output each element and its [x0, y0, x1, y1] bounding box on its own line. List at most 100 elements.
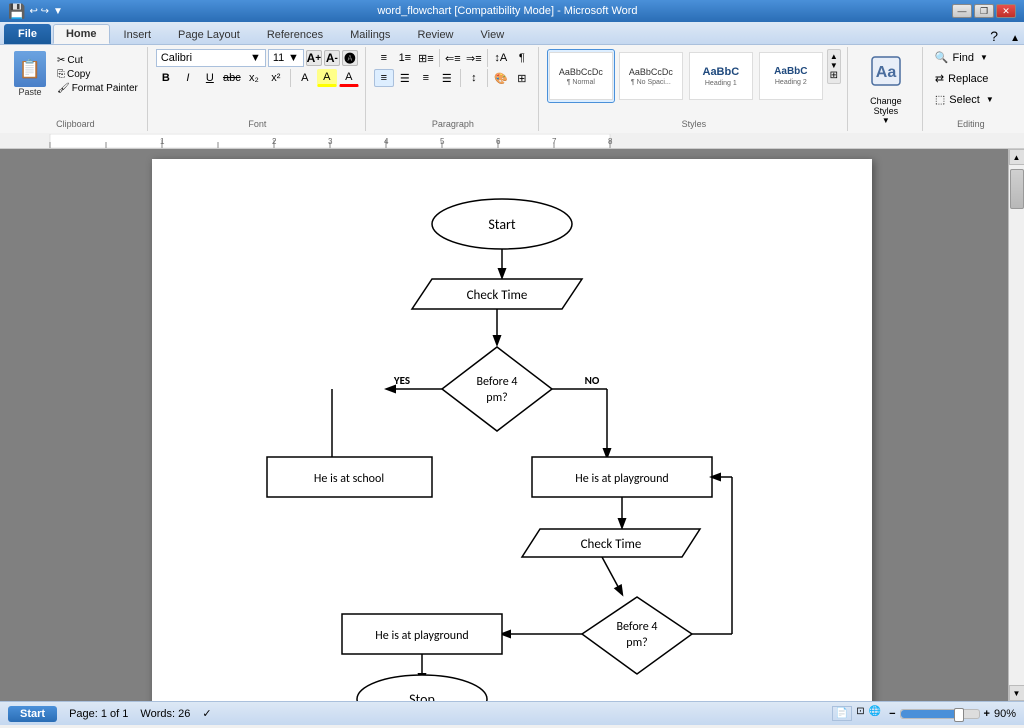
font-name-selector[interactable]: Calibri ▼: [156, 49, 266, 67]
style-heading2-preview: AaBbC Heading 2: [759, 52, 823, 100]
show-hide-button[interactable]: ¶: [512, 49, 532, 67]
close-button[interactable]: ✕: [996, 4, 1016, 18]
font-name-dropdown-icon: ▼: [250, 52, 261, 64]
document-page[interactable]: Start Check Time Before 4 pm? YES N: [152, 159, 872, 701]
ribbon-help-icon[interactable]: ?: [982, 28, 1006, 44]
status-left: Start Page: 1 of 1 Words: 26 ✓: [8, 706, 816, 722]
vertical-scrollbar[interactable]: ▲ ▼: [1008, 149, 1024, 701]
zoom-out-button[interactable]: −: [889, 708, 895, 720]
format-painter-icon: 🖌: [57, 83, 70, 94]
start-button[interactable]: Start: [8, 706, 57, 722]
replace-button[interactable]: ⇄ Replace: [931, 70, 1011, 87]
svg-text:YES: YES: [393, 374, 410, 387]
font-group-label: Font: [150, 119, 365, 129]
bullets-button[interactable]: ≡: [374, 49, 394, 67]
highlight-button[interactable]: A: [317, 69, 337, 87]
borders-button[interactable]: ⊞: [512, 69, 532, 87]
zoom-slider[interactable]: [900, 709, 980, 719]
scroll-down-button[interactable]: ▼: [1009, 685, 1024, 701]
maximize-button[interactable]: ❐: [974, 4, 994, 18]
subscript-button[interactable]: x₂: [244, 69, 264, 87]
paste-button[interactable]: 📋 Paste: [10, 49, 50, 99]
svg-text:Before 4: Before 4: [477, 375, 518, 389]
scroll-track[interactable]: [1009, 165, 1024, 685]
tab-mailings[interactable]: Mailings: [337, 25, 403, 44]
tab-insert[interactable]: Insert: [111, 25, 165, 44]
align-center-button[interactable]: ☰: [395, 69, 415, 87]
minimize-button[interactable]: —: [952, 4, 972, 18]
styles-scroll-button[interactable]: ▲ ▼ ⊞: [827, 49, 841, 84]
web-layout-icon[interactable]: 🌐: [869, 706, 881, 721]
replace-icon: ⇄: [935, 72, 944, 85]
scroll-thumb[interactable]: [1010, 169, 1024, 209]
tab-file[interactable]: File: [4, 24, 51, 44]
style-no-spacing[interactable]: AaBbCcDc ¶ No Spaci...: [617, 49, 685, 103]
svg-text:5: 5: [440, 137, 445, 146]
sort-button[interactable]: ↕A: [491, 49, 511, 67]
align-right-button[interactable]: ≡: [416, 69, 436, 87]
copy-button[interactable]: ⎘ Copy: [54, 68, 141, 81]
tab-view[interactable]: View: [468, 25, 518, 44]
svg-text:NO: NO: [585, 374, 600, 387]
text-effects-button[interactable]: A: [295, 69, 315, 87]
bold-button[interactable]: B: [156, 69, 176, 87]
spell-check-icon: ✓: [202, 707, 211, 720]
format-painter-button[interactable]: 🖌 Format Painter: [54, 82, 141, 95]
clipboard-group-label: Clipboard: [4, 119, 147, 129]
style-heading1[interactable]: AaBbC Heading 1: [687, 49, 755, 103]
font-color-button[interactable]: A: [339, 69, 359, 87]
status-right: 📄 ⊡ 🌐 − + 90%: [832, 706, 1016, 721]
multilevel-button[interactable]: ⊞≡: [416, 49, 436, 67]
styles-group-label: Styles: [541, 119, 847, 129]
editing-group-label: Editing: [925, 119, 1017, 129]
style-heading2[interactable]: AaBbC Heading 2: [757, 49, 825, 103]
svg-text:7: 7: [552, 137, 557, 146]
style-normal[interactable]: AaBbCcDc ¶ Normal: [547, 49, 615, 103]
italic-button[interactable]: I: [178, 69, 198, 87]
clipboard-group: 📋 Paste ✂ Cut ⎘ Copy 🖌 Format Painter Cl…: [4, 47, 148, 131]
scroll-up-button[interactable]: ▲: [1009, 149, 1024, 165]
clear-formatting-button[interactable]: 🅐: [342, 50, 358, 66]
tab-page-layout[interactable]: Page Layout: [165, 25, 253, 44]
style-heading1-preview: AaBbC Heading 1: [689, 52, 753, 100]
zoom-in-button[interactable]: +: [984, 708, 990, 720]
styles-group: AaBbCcDc ¶ Normal AaBbCcDc ¶ No Spaci...…: [541, 47, 848, 131]
shading-button[interactable]: 🎨: [491, 69, 511, 87]
svg-text:Aa: Aa: [876, 64, 897, 81]
increase-indent-button[interactable]: ⇒≡: [464, 49, 484, 67]
status-bar: Start Page: 1 of 1 Words: 26 ✓ 📄 ⊡ 🌐 − +…: [0, 701, 1024, 725]
decrease-indent-button[interactable]: ⇐≡: [443, 49, 463, 67]
font-shrink-button[interactable]: A-: [324, 50, 340, 66]
strikethrough-button[interactable]: abc: [222, 69, 242, 87]
flowchart-svg: Start Check Time Before 4 pm? YES N: [192, 179, 832, 701]
superscript-button[interactable]: x²: [266, 69, 286, 87]
change-styles-button[interactable]: Aa ChangeStyles ▼: [856, 49, 916, 129]
tab-review[interactable]: Review: [404, 25, 466, 44]
font-size-selector[interactable]: 11 ▼: [268, 49, 304, 67]
find-button[interactable]: 🔍 Find ▼: [931, 49, 1011, 66]
underline-button[interactable]: U: [200, 69, 220, 87]
tab-home[interactable]: Home: [53, 24, 110, 44]
svg-text:2: 2: [272, 137, 277, 146]
ribbon-collapse-icon[interactable]: ▲: [1006, 33, 1024, 44]
style-no-spacing-preview: AaBbCcDc ¶ No Spaci...: [619, 52, 683, 100]
find-dropdown-icon: ▼: [980, 53, 988, 62]
print-layout-icon[interactable]: 📄: [832, 706, 852, 721]
ruler: 1 2 3 4 5 6 7 8: [0, 133, 1024, 149]
ribbon: 📋 Paste ✂ Cut ⎘ Copy 🖌 Format Painter Cl…: [0, 45, 1024, 133]
line-spacing-button[interactable]: ↕: [464, 69, 484, 87]
numbering-button[interactable]: 1≡: [395, 49, 415, 67]
paragraph-group-label: Paragraph: [368, 119, 538, 129]
align-left-button[interactable]: ≡: [374, 69, 394, 87]
cut-button[interactable]: ✂ Cut: [54, 54, 141, 67]
justify-button[interactable]: ☰: [437, 69, 457, 87]
svg-text:He is at school: He is at school: [314, 472, 384, 486]
change-styles-group: Aa ChangeStyles ▼: [850, 47, 923, 131]
svg-text:He is at playground: He is at playground: [375, 629, 468, 643]
clipboard-small-buttons: ✂ Cut ⎘ Copy 🖌 Format Painter: [54, 54, 141, 95]
select-button[interactable]: ⬚ Select ▼: [931, 91, 1011, 108]
font-grow-button[interactable]: A+: [306, 50, 322, 66]
full-screen-icon[interactable]: ⊡: [856, 706, 864, 721]
title-bar: 💾 ↩ ↪ ▼ word_flowchart [Compatibility Mo…: [0, 0, 1024, 22]
tab-references[interactable]: References: [254, 25, 336, 44]
